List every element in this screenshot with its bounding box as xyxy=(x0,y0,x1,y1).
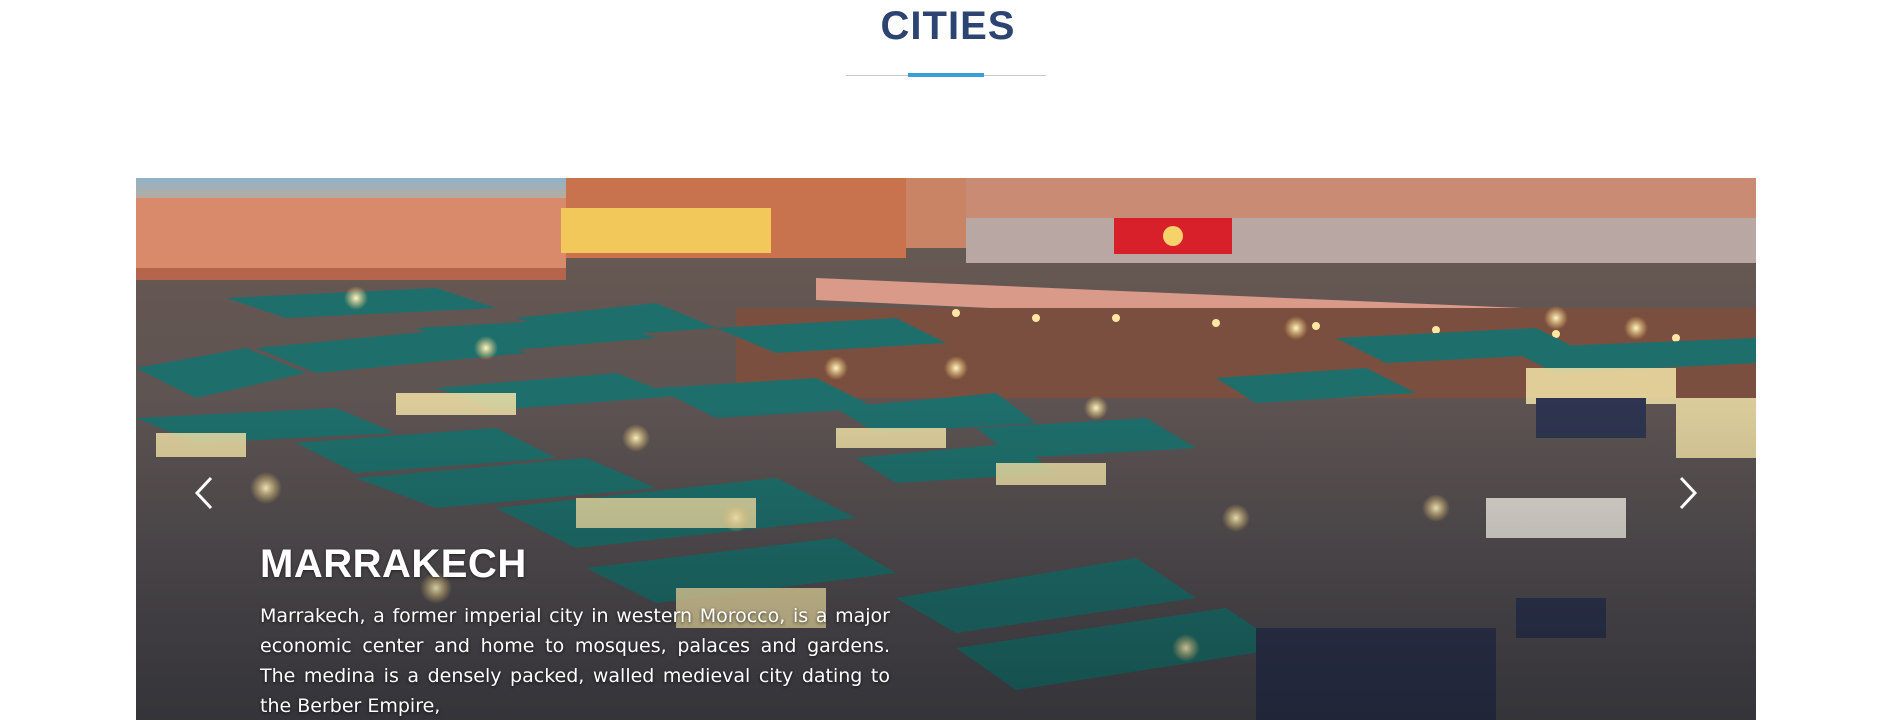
slide-description: Marrakech, a former imperial city in wes… xyxy=(260,605,890,717)
carousel-prev-button[interactable] xyxy=(184,466,224,520)
chevron-right-icon xyxy=(1679,476,1698,510)
section-title: CITIES xyxy=(880,4,1016,48)
chevron-left-icon xyxy=(194,476,213,510)
slide-title: MARRAKECH xyxy=(260,542,527,586)
title-divider-accent xyxy=(908,73,984,77)
city-carousel[interactable]: MARRAKECH Marrakech, a former imperial c… xyxy=(136,178,1756,720)
slide-caption: MARRAKECH Marrakech, a former imperial c… xyxy=(260,542,890,720)
carousel-next-button[interactable] xyxy=(1668,466,1708,520)
